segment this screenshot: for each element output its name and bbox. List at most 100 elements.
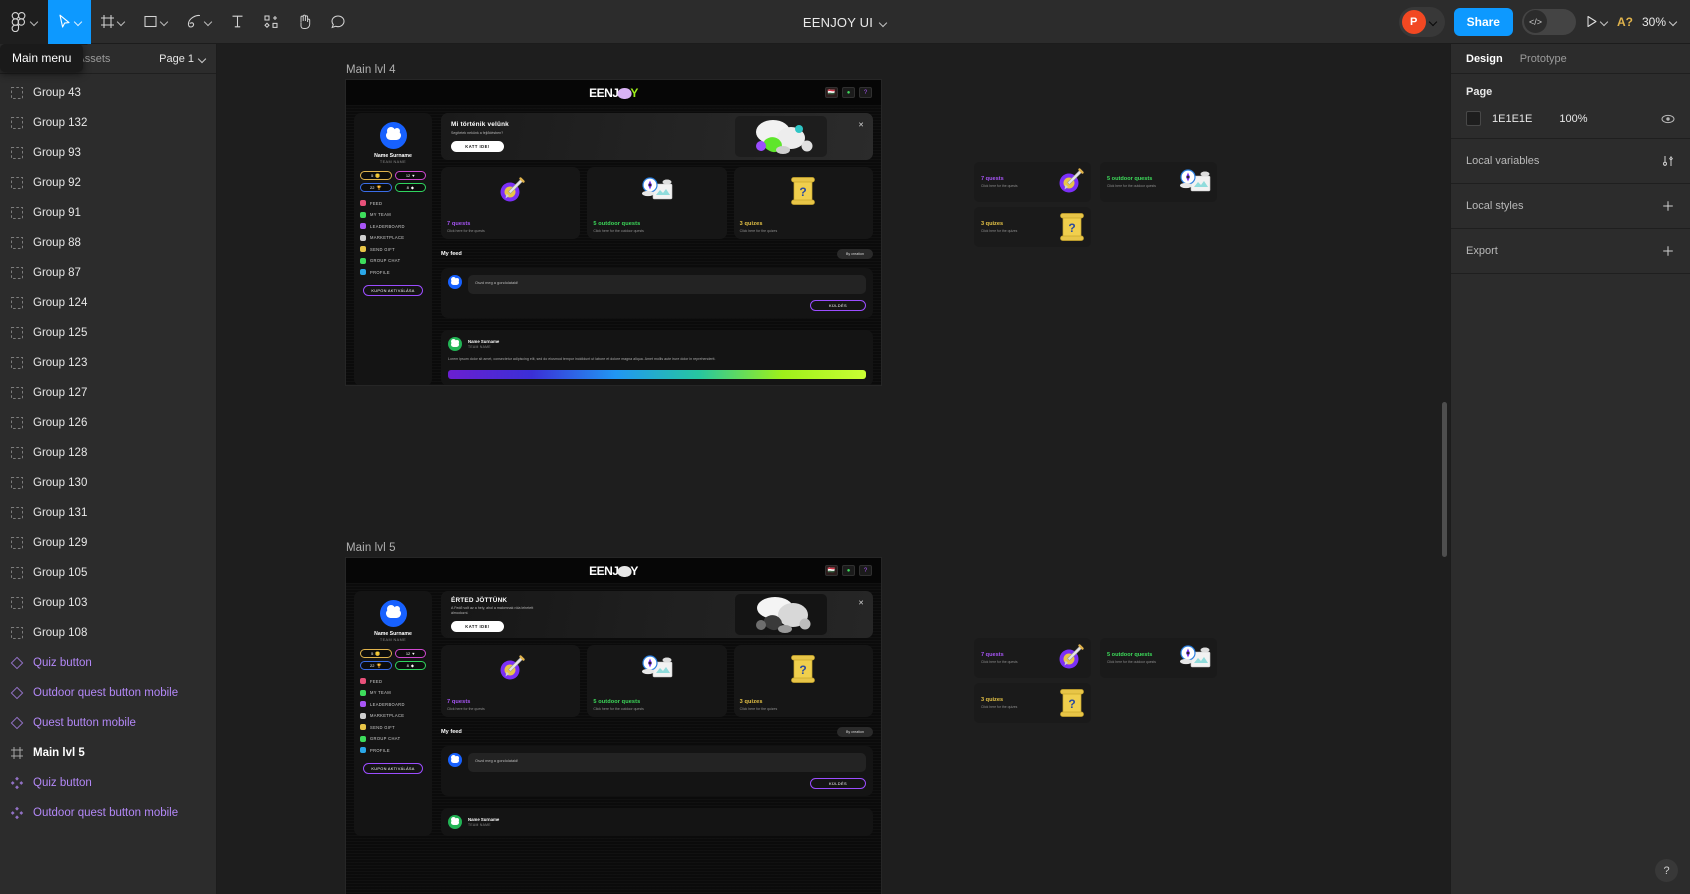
frame-tool[interactable]	[91, 0, 134, 44]
page-color-hex[interactable]: 1E1E1E	[1492, 113, 1532, 125]
layer-row[interactable]: Group 125	[0, 318, 216, 348]
profile-menu-item[interactable]: MARKETPLACE	[360, 234, 426, 241]
variables-icon[interactable]	[1661, 154, 1675, 168]
coin-icon[interactable]: ●	[842, 87, 855, 98]
frame-canvas[interactable]: EENJ Y 🇭🇺 ● ? Name Surname TEAM NAME 5 🪙…	[346, 558, 881, 894]
canvas[interactable]: Main lvl 4 EENJ Y 🇭🇺 ● ? Name Surname TE…	[217, 44, 1450, 894]
frame-main-lvl-4[interactable]: Main lvl 4 EENJ Y 🇭🇺 ● ? Name Surname TE…	[346, 64, 881, 385]
promo-banner[interactable]: Mi történik velünk Segítetek nekünk a fe…	[441, 113, 873, 160]
mini-quest-card[interactable]: 5 outdoor quests Click here for the outdo…	[1100, 638, 1217, 678]
share-button[interactable]: Share	[1453, 7, 1513, 36]
layer-row[interactable]: Group 131	[0, 498, 216, 528]
quest-card[interactable]: 7 quests Click here for the quests	[441, 645, 581, 717]
page-color-swatch[interactable]	[1466, 111, 1481, 126]
profile-menu[interactable]: FEED MY TEAM LEADERBOARD MARKETPLACE SEND GI…	[360, 678, 426, 753]
layer-row[interactable]: Group 123	[0, 348, 216, 378]
plus-icon[interactable]	[1661, 199, 1675, 213]
move-tool[interactable]	[48, 0, 91, 44]
quest-card[interactable]: 5 outdoor quests Click here for the outdo…	[587, 167, 727, 239]
profile-menu-item[interactable]: MY TEAM	[360, 689, 426, 696]
help-icon[interactable]: ?	[859, 565, 872, 576]
feed-filter-button[interactable]: By creation	[837, 249, 873, 259]
frame-label[interactable]: Main lvl 5	[346, 542, 881, 554]
layer-row[interactable]: Quiz button	[0, 648, 216, 678]
tab-prototype[interactable]: Prototype	[1520, 53, 1567, 65]
send-button[interactable]: KÜLDÉS	[810, 778, 866, 789]
layer-row[interactable]: Group 91	[0, 198, 216, 228]
profile-menu-item[interactable]: PROFILE	[360, 747, 426, 753]
quest-card[interactable]: 5 outdoor quests Click here for the outdo…	[587, 645, 727, 717]
coin-icon[interactable]: ●	[842, 565, 855, 576]
mini-quest-card[interactable]: 5 outdoor quests Click here for the outdo…	[1100, 162, 1217, 202]
shape-tool[interactable]	[134, 0, 177, 44]
composer-input[interactable]: Oszd meg a gondolataid!	[468, 753, 866, 772]
flag-icon[interactable]: 🇭🇺	[825, 565, 838, 576]
present-button[interactable]	[1585, 15, 1608, 28]
page-selector[interactable]: Page 1	[159, 53, 206, 65]
layer-row[interactable]: Group 88	[0, 228, 216, 258]
help-button[interactable]: ?	[1655, 859, 1678, 882]
collaborators-group[interactable]: P	[1398, 6, 1445, 37]
mini-quest-card[interactable]: 7 quests Click here for the quests	[974, 638, 1091, 678]
layer-row[interactable]: Main lvl 5	[0, 738, 216, 768]
document-title[interactable]: EENJOY UI	[803, 15, 873, 30]
profile-menu-item[interactable]: GROUP CHAT	[360, 257, 426, 264]
composer-input[interactable]: Oszd meg a gondolataid!	[468, 275, 866, 294]
profile-menu-item[interactable]: PROFILE	[360, 269, 426, 275]
close-icon[interactable]: ✕	[858, 599, 864, 607]
dev-mode-toggle[interactable]: </>	[1521, 8, 1576, 35]
hand-tool[interactable]	[288, 0, 321, 44]
banner-cta-button[interactable]: KATT IDE!	[451, 621, 504, 633]
frame-label[interactable]: Main lvl 4	[346, 64, 881, 76]
close-icon[interactable]: ✕	[858, 121, 864, 129]
profile-menu-item[interactable]: SEND GIFT	[360, 246, 426, 252]
frame-canvas[interactable]: EENJ Y 🇭🇺 ● ? Name Surname TEAM NAME 5 🪙…	[346, 80, 881, 385]
flag-icon[interactable]: 🇭🇺	[825, 87, 838, 98]
pen-tool[interactable]	[177, 0, 221, 44]
profile-menu-item[interactable]: MY TEAM	[360, 211, 426, 218]
banner-cta-button[interactable]: KATT IDE!	[451, 140, 504, 152]
profile-menu-item[interactable]: GROUP CHAT	[360, 735, 426, 742]
feed-filter-button[interactable]: By creation	[837, 727, 873, 737]
frame-main-lvl-5[interactable]: Main lvl 5 EENJ Y 🇭🇺 ● ? Name Surname TE…	[346, 542, 881, 894]
canvas-vertical-scrollbar[interactable]	[1442, 402, 1447, 557]
comment-tool[interactable]	[321, 0, 355, 44]
layer-row[interactable]: Group 103	[0, 588, 216, 618]
eye-icon[interactable]	[1661, 112, 1675, 126]
layer-list[interactable]: Group 43 Group 132 Group 93 Group 92 Group 9…	[0, 74, 216, 894]
kupon-aktivalasa-button[interactable]: KUPON AKTIVÁLÁSA	[363, 763, 423, 774]
profile-menu-item[interactable]: LEADERBOARD	[360, 223, 426, 229]
promo-banner[interactable]: ÉRTED JÖTTÜNK A Fedő volt az a hely, aho…	[441, 591, 873, 638]
profile-menu-item[interactable]: SEND GIFT	[360, 724, 426, 730]
layer-row[interactable]: Outdoor quest button mobile	[0, 798, 216, 828]
help-icon[interactable]: ?	[859, 87, 872, 98]
plugins-icon[interactable]	[254, 0, 288, 44]
layer-row[interactable]: Group 93	[0, 138, 216, 168]
chevron-down-icon[interactable]	[880, 19, 887, 26]
profile-menu-item[interactable]: FEED	[360, 200, 426, 206]
layer-row[interactable]: Group 92	[0, 168, 216, 198]
profile-menu-item[interactable]: MARKETPLACE	[360, 712, 426, 719]
layer-row[interactable]: Group 130	[0, 468, 216, 498]
tab-design[interactable]: Design	[1466, 53, 1503, 65]
layer-row[interactable]: Group 129	[0, 528, 216, 558]
layer-row[interactable]: Group 105	[0, 558, 216, 588]
layer-row[interactable]: Group 87	[0, 258, 216, 288]
layer-row[interactable]: Quiz button	[0, 768, 216, 798]
layer-row[interactable]: Outdoor quest button mobile	[0, 678, 216, 708]
send-button[interactable]: KÜLDÉS	[810, 300, 866, 311]
layer-row[interactable]: Group 126	[0, 408, 216, 438]
plus-icon[interactable]	[1661, 244, 1675, 258]
profile-menu-item[interactable]: LEADERBOARD	[360, 701, 426, 707]
zoom-control[interactable]: 30%	[1642, 15, 1677, 29]
layer-row[interactable]: Quest button mobile	[0, 708, 216, 738]
mini-quest-card[interactable]: 3 quizes Click here for the quizes?	[974, 207, 1091, 247]
kupon-aktivalasa-button[interactable]: KUPON AKTIVÁLÁSA	[363, 285, 423, 296]
layer-row[interactable]: Group 127	[0, 378, 216, 408]
quest-card[interactable]: ? 3 quizes Click here for the quizes	[733, 167, 873, 239]
layer-row[interactable]: Group 132	[0, 108, 216, 138]
accessibility-badge[interactable]: A?	[1617, 15, 1633, 29]
quest-card[interactable]: ? 3 quizes Click here for the quizes	[733, 645, 873, 717]
profile-menu[interactable]: FEED MY TEAM LEADERBOARD MARKETPLACE SEND GI…	[360, 200, 426, 275]
page-color-opacity[interactable]: 100%	[1559, 113, 1587, 125]
